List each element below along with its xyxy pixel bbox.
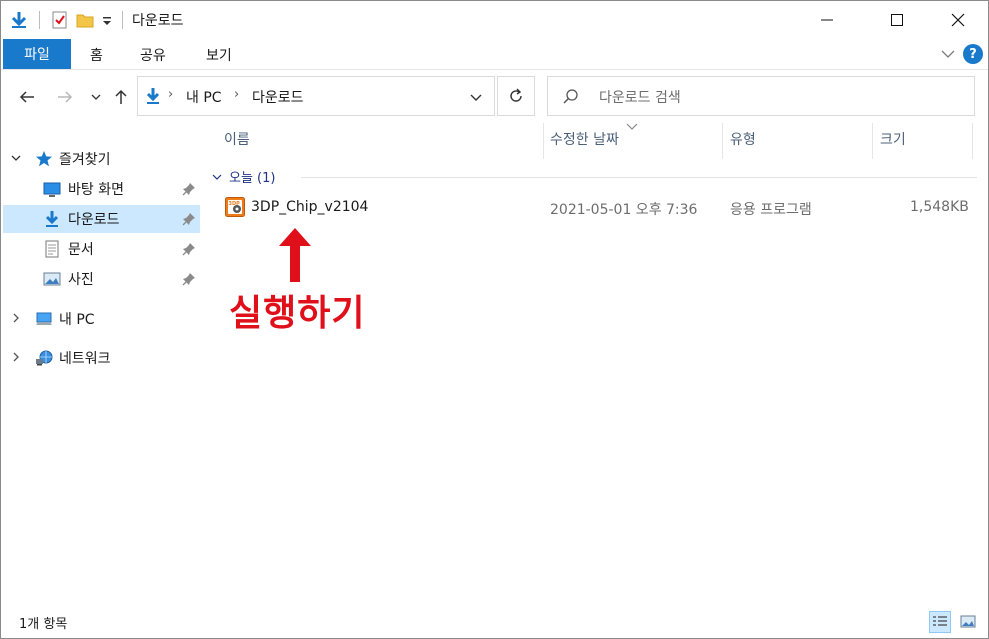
customize-qa-chevron-icon[interactable] [98, 10, 118, 30]
address-bar[interactable]: › 내 PC › 다운로드 [137, 76, 495, 116]
minimize-button[interactable] [804, 1, 850, 39]
up-arrow-icon [115, 89, 127, 104]
nav-quick-access[interactable]: 즐겨찾기 [1, 145, 198, 173]
column-header-name[interactable]: 이름 [224, 129, 250, 149]
back-arrow-icon [19, 91, 34, 103]
download-arrow-icon [43, 210, 61, 228]
breadcrumb-downloads[interactable]: 다운로드 [252, 87, 304, 107]
new-folder-icon[interactable] [75, 10, 95, 30]
pin-icon[interactable] [181, 181, 197, 197]
annotation-run-label: 실행하기 [229, 293, 366, 334]
star-icon [35, 150, 53, 168]
close-button[interactable] [935, 1, 981, 39]
details-view-button[interactable] [929, 611, 951, 633]
title-bar: 다운로드 [1, 1, 988, 39]
nav-label: 즐겨찾기 [59, 152, 111, 168]
column-divider[interactable] [543, 123, 544, 159]
nav-item-documents[interactable]: 문서 [3, 235, 200, 263]
breadcrumb-this-pc[interactable]: 내 PC [186, 87, 222, 107]
file-row[interactable]: 3DP 3DP_Chip_v2104 2021-05-01 오후 7:36 응용… [221, 193, 977, 221]
nav-network[interactable]: 네트워크 [1, 344, 198, 372]
nav-label: 사진 [68, 272, 94, 288]
breadcrumb-chevron-icon[interactable]: › [168, 87, 173, 102]
large-icons-view-icon [960, 615, 976, 628]
item-count: 1개 항목 [19, 617, 68, 632]
column-divider[interactable] [972, 123, 973, 159]
tab-view[interactable]: 보기 [206, 45, 232, 65]
back-button[interactable] [15, 85, 39, 109]
toolbar-divider [122, 11, 123, 29]
tab-share[interactable]: 공유 [140, 45, 166, 65]
column-divider[interactable] [872, 123, 873, 159]
properties-icon[interactable] [50, 10, 70, 30]
search-box[interactable]: 다운로드 검색 [547, 76, 975, 116]
group-divider [301, 177, 977, 178]
nav-label: 문서 [68, 242, 94, 258]
pin-icon[interactable] [181, 271, 197, 287]
ribbon-tabs: 파일 홈 공유 보기 ? [1, 39, 988, 70]
pin-icon[interactable] [181, 211, 197, 227]
expanded-chevron-icon[interactable] [9, 151, 23, 165]
refresh-button[interactable] [497, 76, 535, 116]
up-button[interactable] [109, 85, 133, 109]
search-placeholder: 다운로드 검색 [599, 90, 681, 106]
computer-icon [35, 310, 53, 328]
address-dropdown-icon[interactable] [468, 89, 484, 105]
file-name[interactable]: 3DP_Chip_v2104 [251, 199, 368, 215]
tab-home[interactable]: 홈 [90, 45, 103, 65]
file-size: 1,548KB [910, 199, 969, 215]
sort-indicator-icon [625, 119, 639, 130]
file-modified: 2021-05-01 오후 7:36 [550, 202, 698, 218]
minimize-icon [821, 19, 833, 21]
svg-text:3DP: 3DP [229, 201, 241, 207]
breadcrumb-chevron-icon[interactable]: › [234, 87, 239, 102]
column-divider[interactable] [722, 123, 723, 159]
file-type: 응용 프로그램 [730, 202, 812, 218]
status-bar: 1개 항목 [1, 605, 988, 638]
nav-this-pc[interactable]: 내 PC [1, 305, 198, 333]
nav-item-downloads[interactable]: 다운로드 [3, 205, 200, 233]
refresh-icon [510, 88, 522, 102]
navigation-pane: 즐겨찾기 바탕 화면 다운로드 문서 사진 내 PC 네트워크 [1, 126, 200, 606]
3dp-app-icon: 3DP [225, 197, 245, 217]
column-header-type[interactable]: 유형 [730, 129, 756, 149]
pin-icon[interactable] [181, 241, 197, 257]
group-collapse-icon[interactable] [211, 171, 223, 183]
chevron-down-icon [91, 94, 101, 100]
nav-label: 다운로드 [68, 212, 120, 228]
nav-item-desktop[interactable]: 바탕 화면 [3, 175, 200, 203]
nav-label: 내 PC [59, 312, 95, 328]
annotation-arrow-icon [273, 226, 317, 284]
tab-file[interactable]: 파일 [3, 39, 71, 69]
file-list: 이름 수정한 날짜 유형 크기 오늘 (1) 3DP 3DP_Chip_v210… [201, 119, 988, 609]
network-icon [35, 349, 53, 367]
forward-button[interactable] [53, 85, 77, 109]
download-arrow-icon [144, 87, 162, 105]
search-icon [562, 88, 580, 106]
large-icons-view-button[interactable] [957, 611, 979, 633]
nav-label: 네트워크 [59, 351, 111, 367]
collapsed-chevron-icon[interactable] [9, 350, 23, 364]
group-header-today[interactable]: 오늘 (1) [229, 167, 275, 186]
column-header-size[interactable]: 크기 [880, 129, 906, 149]
toolbar-divider [39, 11, 40, 29]
picture-icon [43, 270, 61, 288]
download-arrow-icon[interactable] [9, 10, 29, 30]
desktop-icon [43, 180, 61, 198]
nav-label: 바탕 화면 [68, 182, 124, 198]
column-header-modified[interactable]: 수정한 날짜 [550, 129, 619, 149]
maximize-icon [891, 14, 903, 26]
details-view-icon [933, 616, 947, 626]
explorer-window: 다운로드 파일 홈 공유 보기 ? › 내 PC › 다운로드 다운로드 검색 … [0, 0, 989, 639]
collapsed-chevron-icon[interactable] [9, 311, 23, 325]
expand-ribbon-icon[interactable] [941, 47, 955, 61]
recent-locations-button[interactable] [84, 85, 108, 109]
maximize-button[interactable] [874, 1, 920, 39]
document-icon [43, 240, 61, 258]
close-icon [951, 13, 965, 27]
window-title: 다운로드 [132, 13, 184, 29]
help-button[interactable]: ? [963, 44, 983, 64]
nav-item-pictures[interactable]: 사진 [3, 265, 200, 293]
forward-arrow-icon [58, 91, 73, 103]
